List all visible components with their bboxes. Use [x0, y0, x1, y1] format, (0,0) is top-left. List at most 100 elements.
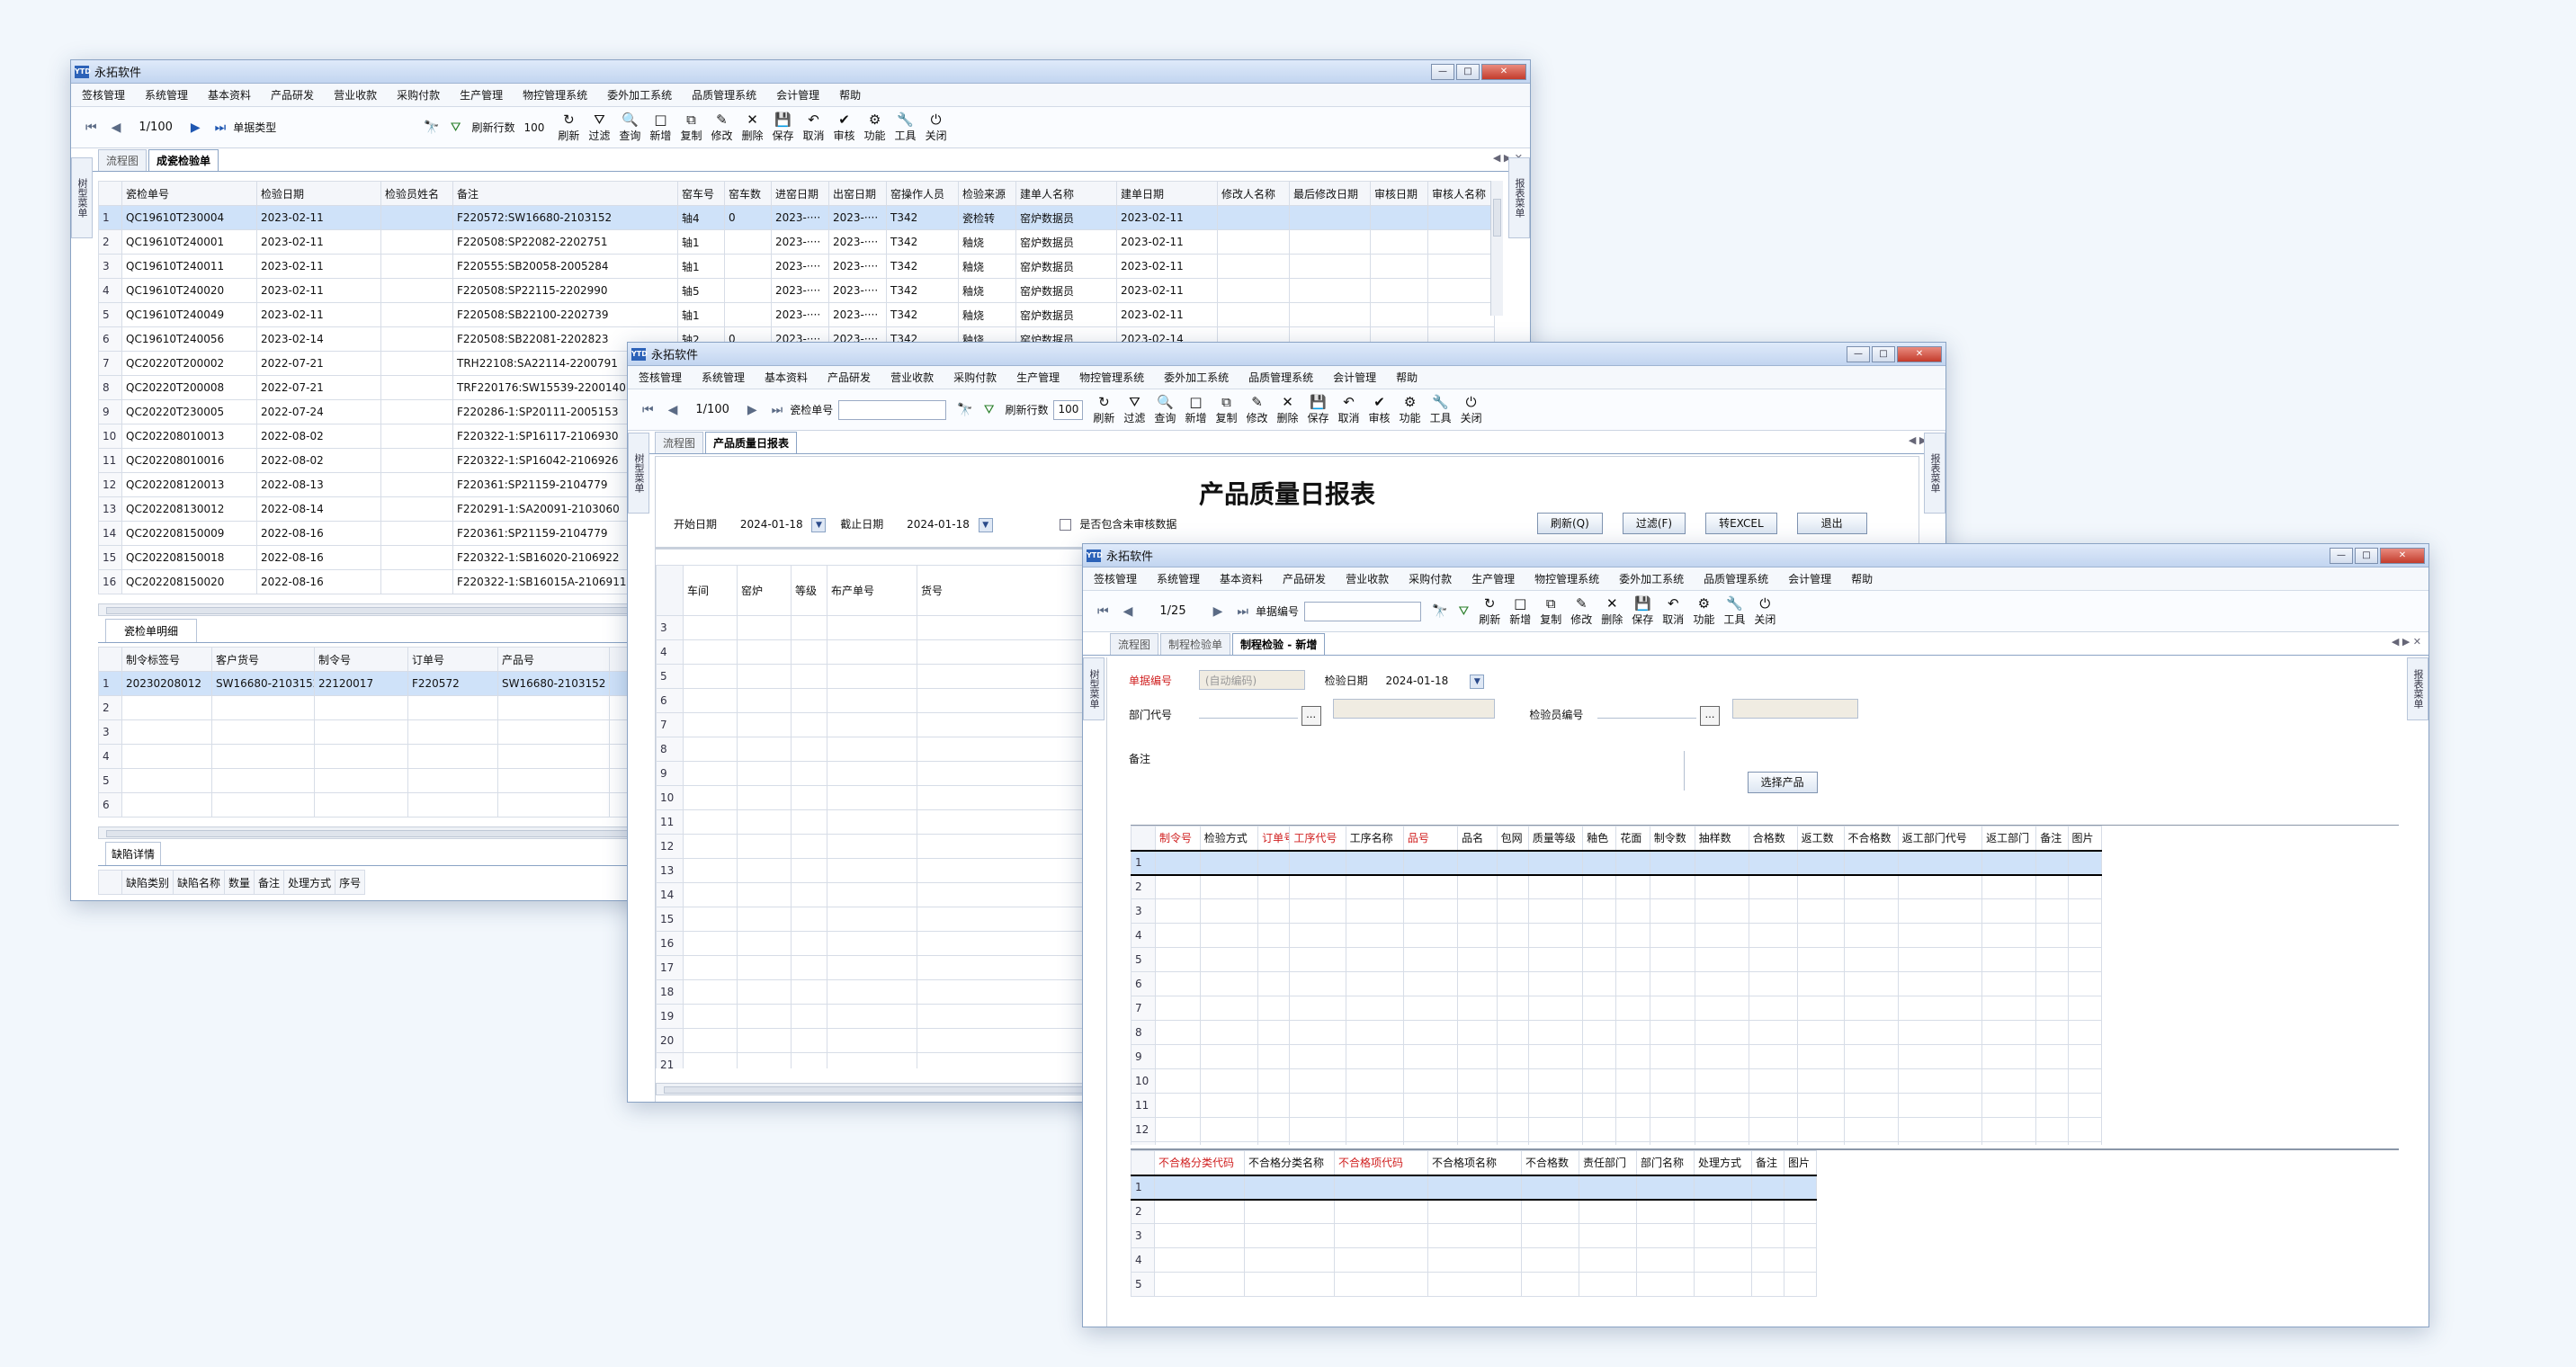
- detail-scrollbar[interactable]: [98, 826, 701, 839]
- menu-item[interactable]: 系统管理: [702, 370, 745, 385]
- table-cell[interactable]: [1496, 947, 1529, 972]
- table-cell[interactable]: [1199, 874, 1259, 899]
- table-cell[interactable]: [1289, 254, 1371, 279]
- table-cell[interactable]: [211, 768, 315, 793]
- table-row[interactable]: 6: [98, 792, 664, 818]
- table-cell[interactable]: [1244, 1223, 1335, 1248]
- toolbar-button[interactable]: ✕ 删除: [1276, 394, 1298, 425]
- table-cell[interactable]: [1527, 1141, 1584, 1145]
- tree-menu-toggle[interactable]: 树型菜单: [71, 157, 93, 238]
- table-cell[interactable]: [1615, 1141, 1650, 1145]
- table-cell[interactable]: [1457, 1117, 1498, 1142]
- start-date-input[interactable]: 2024-01-18: [740, 518, 803, 531]
- table-cell[interactable]: [2035, 996, 2069, 1021]
- table-cell[interactable]: [791, 1004, 827, 1029]
- table-cell[interactable]: [1521, 1247, 1579, 1273]
- table-row[interactable]: 1 20230208012 SW16680-2103152 22120017 F2205…: [98, 671, 664, 696]
- table-cell[interactable]: [497, 744, 610, 769]
- column-header[interactable]: 不合格项代码: [1334, 1150, 1428, 1175]
- table-cell[interactable]: [737, 688, 792, 713]
- table-cell[interactable]: [1199, 996, 1259, 1021]
- menu-item[interactable]: 签核管理: [639, 370, 682, 385]
- table-cell[interactable]: [1154, 1141, 1201, 1145]
- table-cell[interactable]: [1748, 971, 1798, 996]
- table-row[interactable]: 3: [1131, 898, 2103, 924]
- table-cell[interactable]: 2022-07-21: [256, 375, 381, 400]
- table-cell[interactable]: [827, 737, 917, 762]
- table-row[interactable]: 1 QC19610T230004 2023-02-11 F220572:SW16680…: [98, 205, 1495, 230]
- table-cell[interactable]: [1257, 849, 1291, 876]
- table-cell[interactable]: [1748, 923, 1798, 948]
- close-icon[interactable]: ✕: [1897, 345, 1942, 362]
- table-cell[interactable]: [1981, 947, 2037, 972]
- report-menu-toggle[interactable]: 报表菜单: [1924, 433, 1945, 514]
- table-cell[interactable]: [1843, 898, 1899, 924]
- table-cell[interactable]: [1345, 1044, 1404, 1069]
- tab-flowchart[interactable]: 流程图: [1110, 633, 1159, 655]
- table-cell[interactable]: [1582, 874, 1617, 899]
- table-cell[interactable]: [1649, 1044, 1695, 1069]
- table-cell[interactable]: [1370, 229, 1428, 255]
- table-cell[interactable]: [1521, 1174, 1579, 1201]
- menu-item[interactable]: 基本资料: [208, 87, 251, 103]
- table-cell[interactable]: 2022-08-02: [256, 448, 381, 473]
- table-cell[interactable]: [1427, 1247, 1522, 1273]
- column-header[interactable]: 不合格分类名称: [1244, 1150, 1335, 1175]
- toolbar-button[interactable]: 💾 保存: [1632, 595, 1653, 627]
- column-header[interactable]: 处理方式: [1694, 1150, 1752, 1175]
- menu-item[interactable]: 采购付款: [953, 370, 997, 385]
- toolbar-button[interactable]: ⏻ 关闭: [926, 112, 947, 143]
- table-cell[interactable]: [827, 979, 917, 1005]
- table-cell[interactable]: [1615, 898, 1650, 924]
- first-page-icon[interactable]: ⏮: [1097, 604, 1109, 619]
- table-cell[interactable]: [380, 302, 453, 327]
- table-cell[interactable]: [1527, 898, 1584, 924]
- table-cell[interactable]: 2022-07-21: [256, 351, 381, 376]
- table-cell[interactable]: [683, 1028, 738, 1053]
- table-row[interactable]: 4 QC19610T240020 2023-02-11 F220508:SP22115…: [98, 278, 1495, 303]
- table-cell[interactable]: [1796, 1068, 1845, 1094]
- table-cell[interactable]: [827, 1052, 917, 1068]
- menu-item[interactable]: 营业收款: [334, 87, 377, 103]
- column-header[interactable]: 处理方式: [283, 870, 336, 895]
- menu-item[interactable]: 会计管理: [776, 87, 819, 103]
- table-cell[interactable]: [1289, 898, 1346, 924]
- table-cell[interactable]: [380, 399, 453, 424]
- table-row[interactable]: 1: [1131, 849, 2103, 876]
- table-cell[interactable]: [1217, 254, 1290, 279]
- column-header[interactable]: 部门名称: [1636, 1150, 1695, 1175]
- table-row[interactable]: 4: [1131, 923, 2103, 948]
- last-page-icon[interactable]: ⏭: [1237, 604, 1248, 619]
- table-cell[interactable]: [1402, 947, 1459, 972]
- table-cell[interactable]: [1579, 1272, 1637, 1297]
- table-cell[interactable]: [683, 615, 738, 640]
- table-cell[interactable]: [1843, 947, 1899, 972]
- toolbar-button[interactable]: ✔ 审核: [1369, 394, 1391, 425]
- remark-textarea[interactable]: [1198, 751, 1685, 791]
- table-cell[interactable]: 2022-08-02: [256, 424, 381, 449]
- table-cell[interactable]: [2067, 898, 2103, 924]
- menu-item[interactable]: 产品研发: [827, 370, 871, 385]
- table-cell[interactable]: [1649, 849, 1695, 876]
- tab-flowchart[interactable]: 流程图: [98, 149, 148, 171]
- table-cell[interactable]: [1748, 874, 1798, 899]
- table-cell[interactable]: [1636, 1174, 1695, 1201]
- table-cell[interactable]: [737, 809, 792, 835]
- table-cell[interactable]: [1751, 1272, 1784, 1297]
- table-cell[interactable]: 2022-08-16: [256, 569, 381, 594]
- first-page-icon[interactable]: ⏮: [85, 121, 97, 135]
- titlebar[interactable]: YTD 永拓软件 — □ ✕: [71, 60, 1530, 84]
- table-cell[interactable]: [1457, 996, 1498, 1021]
- table-cell[interactable]: [1582, 898, 1617, 924]
- table-cell[interactable]: [1199, 923, 1259, 948]
- doc-no-input[interactable]: [838, 399, 947, 420]
- filter-icon[interactable]: ⛛: [451, 121, 461, 135]
- table-cell[interactable]: [1636, 1199, 1695, 1224]
- table-cell[interactable]: [1370, 254, 1428, 279]
- table-cell[interactable]: [1217, 205, 1290, 230]
- menu-item[interactable]: 采购付款: [1409, 571, 1452, 586]
- table-cell[interactable]: [1582, 923, 1617, 948]
- table-cell[interactable]: [827, 1028, 917, 1053]
- table-cell[interactable]: 2022-08-13: [256, 472, 381, 497]
- table-row[interactable]: 13: [1131, 1141, 2103, 1145]
